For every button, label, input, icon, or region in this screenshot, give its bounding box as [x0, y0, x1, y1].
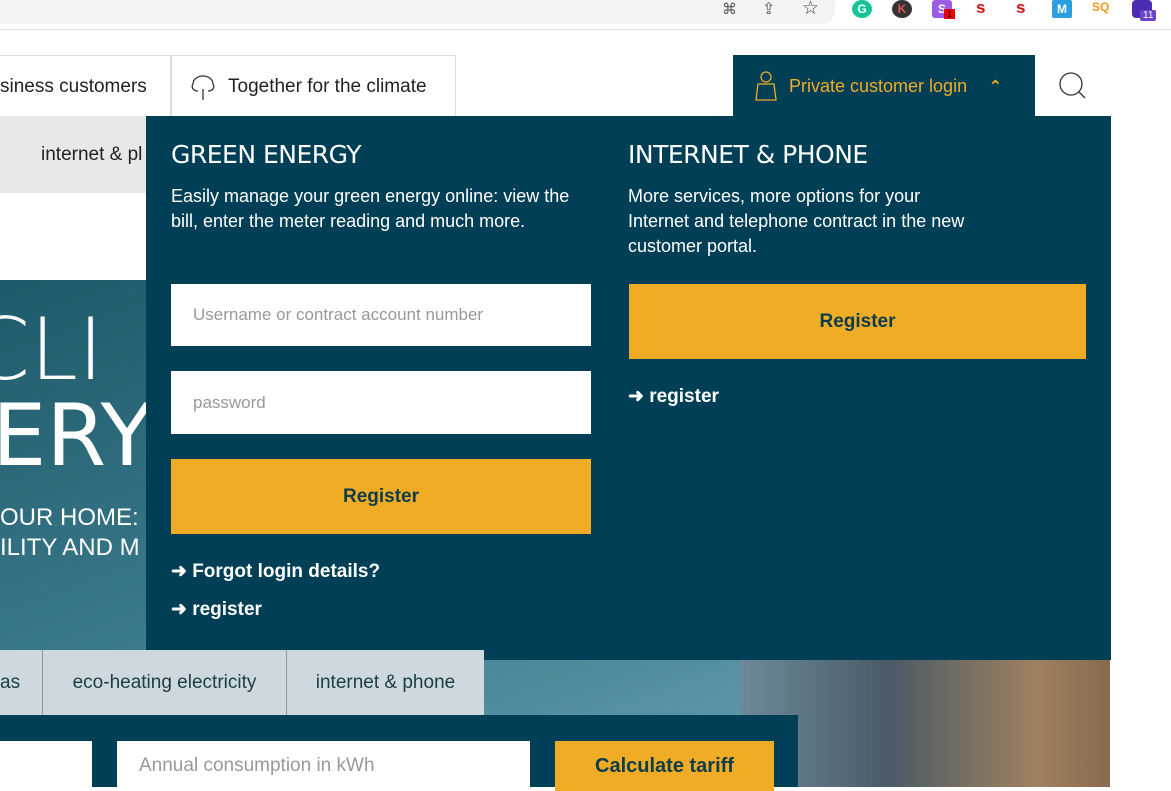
- password-input[interactable]: [171, 371, 591, 434]
- chevron-up-icon: ⌃: [989, 78, 1002, 95]
- green-energy-register-button[interactable]: Register: [171, 459, 591, 534]
- annual-consumption-input[interactable]: [117, 741, 530, 791]
- category-label: internet & phone: [315, 671, 456, 693]
- k-extension-icon[interactable]: K: [892, 0, 912, 18]
- login-dropdown: GREEN ENERGY Easily manage your green en…: [146, 116, 1111, 660]
- search-icon[interactable]: [1058, 71, 1088, 101]
- hero-subtitle-line2: ILITY AND M: [0, 534, 140, 561]
- tab-together-for-climate[interactable]: Together for the climate: [171, 55, 456, 117]
- translate-icon[interactable]: ⌘: [722, 0, 737, 18]
- tab-label: Together for the climate: [228, 75, 427, 97]
- private-customer-login-button[interactable]: Private customer login ⌃: [733, 55, 1035, 117]
- s-red-extension-icon[interactable]: s: [976, 0, 985, 18]
- tab-label: siness customers: [0, 75, 147, 97]
- address-bar[interactable]: [0, 0, 835, 24]
- extension-badge: 1: [944, 9, 956, 19]
- category-label: eco-heating electricity: [72, 671, 257, 693]
- hero-subtitle-line1: OUR HOME:: [0, 504, 139, 531]
- extension-badge: 11: [1140, 10, 1157, 21]
- tree-icon: [191, 74, 215, 100]
- internet-phone-title: INTERNET & PHONE: [628, 140, 868, 169]
- green-energy-register-link[interactable]: ➜ register: [171, 598, 262, 621]
- internet-phone-register-link[interactable]: ➜ register: [628, 385, 719, 408]
- tab-business-customers[interactable]: siness customers: [0, 55, 171, 117]
- hero-title-line1: CLI: [0, 300, 104, 400]
- calculate-tariff-button[interactable]: Calculate tariff: [555, 741, 774, 791]
- internet-phone-register-button[interactable]: Register: [629, 284, 1086, 359]
- s-red-extension-icon[interactable]: s: [1016, 0, 1025, 18]
- username-input[interactable]: [171, 284, 591, 346]
- green-energy-title: GREEN ENERGY: [171, 140, 362, 169]
- grammarly-extension-icon[interactable]: G: [852, 0, 872, 18]
- nav-item-internet-phone[interactable]: internet & pl: [41, 144, 142, 166]
- star-icon[interactable]: ☆: [802, 0, 819, 20]
- category-tab-gas[interactable]: as: [0, 650, 43, 715]
- internet-phone-description: More services, more options for your Int…: [628, 186, 965, 256]
- green-energy-description: Easily manage your green energy online: …: [171, 186, 570, 231]
- forgot-login-link[interactable]: ➜ Forgot login details?: [171, 560, 380, 583]
- postcode-input[interactable]: [0, 741, 92, 791]
- user-icon: [755, 71, 777, 101]
- browser-toolbar: ⌘ ⇪ ☆ G K S 1 s s M SQ 11: [0, 0, 1171, 30]
- category-tab-eco-heating[interactable]: eco-heating electricity: [43, 650, 287, 715]
- share-icon[interactable]: ⇪: [762, 0, 775, 19]
- hero-title-line2: ERY: [0, 386, 154, 486]
- login-label: Private customer login: [789, 75, 968, 96]
- category-label: as: [0, 671, 21, 693]
- category-tab-internet-phone[interactable]: internet & phone: [287, 650, 484, 715]
- m-extension-icon[interactable]: M: [1052, 0, 1072, 18]
- tariff-calculator: Calculate tariff: [0, 715, 798, 791]
- sq-extension-icon[interactable]: SQ: [1092, 0, 1109, 14]
